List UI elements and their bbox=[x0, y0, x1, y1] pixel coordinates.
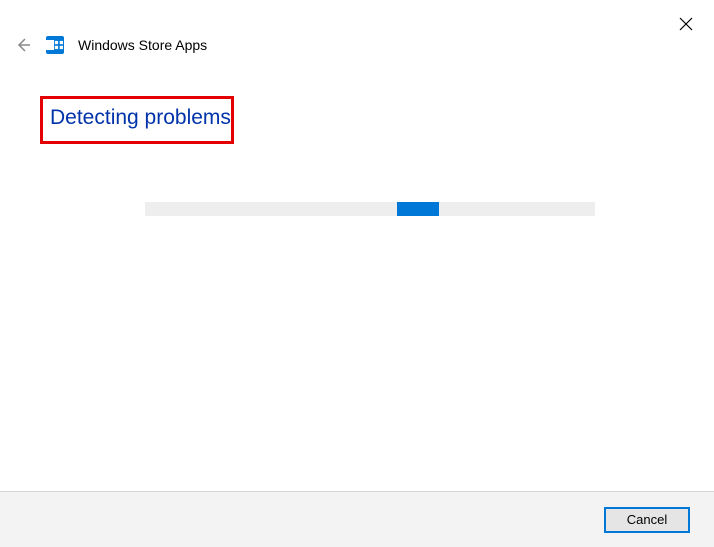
progress-bar bbox=[145, 202, 595, 216]
close-button[interactable] bbox=[670, 8, 702, 40]
windows-store-icon bbox=[46, 36, 64, 54]
progress-indicator bbox=[397, 202, 439, 216]
close-icon bbox=[679, 17, 693, 31]
cancel-button[interactable]: Cancel bbox=[604, 507, 690, 533]
page-title: Windows Store Apps bbox=[78, 37, 207, 53]
back-button[interactable] bbox=[14, 36, 32, 54]
footer: Cancel bbox=[0, 491, 714, 547]
header: Windows Store Apps bbox=[14, 36, 207, 54]
titlebar bbox=[670, 0, 714, 40]
back-arrow-icon bbox=[14, 36, 32, 54]
status-heading: Detecting problems bbox=[42, 100, 251, 142]
